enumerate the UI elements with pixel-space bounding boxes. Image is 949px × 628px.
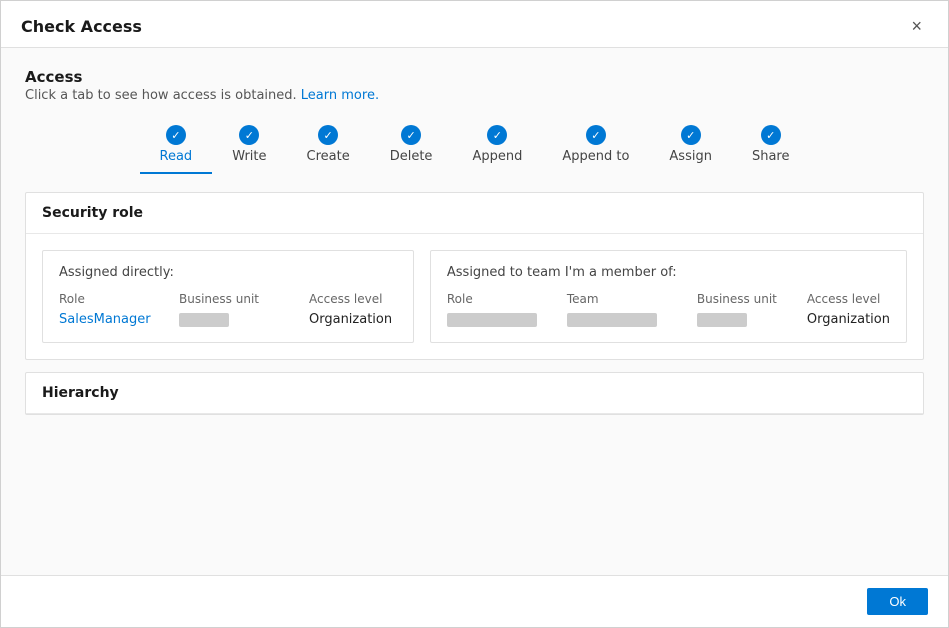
assigned-directly-label: Assigned directly: (59, 265, 397, 280)
tab-label-read: Read (160, 149, 193, 164)
security-role-body: Assigned directly: Role Business unit Ac… (26, 234, 923, 359)
tabs-row: ✓ Read ✓ Write ✓ Create ✓ Delete ✓ Append ✓ Append … (25, 119, 924, 174)
tab-create[interactable]: ✓ Create (287, 119, 370, 174)
team-access-level-value: Organization (807, 312, 890, 327)
tab-check-icon-assign: ✓ (681, 125, 701, 145)
hierarchy-section: Hierarchy (25, 372, 924, 415)
tab-label-assign: Assign (669, 149, 712, 164)
access-subtext: Click a tab to see how access is obtaine… (25, 88, 924, 103)
tab-check-icon-write: ✓ (239, 125, 259, 145)
close-button[interactable]: × (905, 15, 928, 37)
check-access-dialog: Check Access × Access Click a tab to see… (0, 0, 949, 628)
assigned-team-header-row: Role Team Business unit Access level (447, 292, 890, 306)
col-role-header-team: Role (447, 292, 567, 306)
tab-check-icon-append: ✓ (487, 125, 507, 145)
tab-check-icon-read: ✓ (166, 125, 186, 145)
tab-check-icon-share: ✓ (761, 125, 781, 145)
team-role-value (447, 313, 537, 327)
col-access-header: Access level (309, 292, 397, 306)
team-bunit-value (697, 313, 747, 327)
learn-more-link[interactable]: Learn more. (301, 88, 379, 103)
assigned-directly-data-row: Sales Manager Organization (59, 312, 397, 328)
security-role-section: Security role Assigned directly: Role Bu… (25, 192, 924, 360)
access-level-value: Organization (309, 312, 397, 327)
tab-read[interactable]: ✓ Read (140, 119, 213, 174)
tab-assign[interactable]: ✓ Assign (649, 119, 732, 174)
col-role-header: Role (59, 292, 179, 306)
role-link[interactable]: Sales Manager (59, 312, 179, 327)
tab-check-icon-create: ✓ (318, 125, 338, 145)
col-access2-header: Access level (807, 292, 890, 306)
col-bunit2-header: Business unit (697, 292, 807, 306)
tab-label-delete: Delete (390, 149, 433, 164)
tab-delete[interactable]: ✓ Delete (370, 119, 453, 174)
assigned-team-data-row: Organization (447, 312, 890, 328)
dialog-title: Check Access (21, 17, 142, 36)
tab-label-append-to: Append to (562, 149, 629, 164)
dialog-header: Check Access × (1, 1, 948, 48)
tab-write[interactable]: ✓ Write (212, 119, 286, 174)
dialog-body: Access Click a tab to see how access is … (1, 48, 948, 575)
ok-button[interactable]: Ok (867, 588, 928, 615)
tab-label-write: Write (232, 149, 266, 164)
col-team-header: Team (567, 292, 697, 306)
hierarchy-header: Hierarchy (26, 373, 923, 414)
business-unit-value (179, 313, 229, 327)
tab-check-icon-append-to: ✓ (586, 125, 606, 145)
assigned-team-label: Assigned to team I'm a member of: (447, 265, 890, 280)
tab-append-to[interactable]: ✓ Append to (542, 119, 649, 174)
tab-label-append: Append (472, 149, 522, 164)
col-bunit-header: Business unit (179, 292, 309, 306)
tab-label-share: Share (752, 149, 790, 164)
team-name-value (567, 313, 657, 327)
security-role-header: Security role (26, 193, 923, 234)
assigned-directly-panel: Assigned directly: Role Business unit Ac… (42, 250, 414, 343)
tab-share[interactable]: ✓ Share (732, 119, 810, 174)
assigned-directly-header-row: Role Business unit Access level (59, 292, 397, 306)
tab-append[interactable]: ✓ Append (452, 119, 542, 174)
dialog-footer: Ok (1, 575, 948, 627)
tab-label-create: Create (307, 149, 350, 164)
tab-check-icon-delete: ✓ (401, 125, 421, 145)
assigned-team-panel: Assigned to team I'm a member of: Role T… (430, 250, 907, 343)
access-heading: Access (25, 68, 924, 86)
